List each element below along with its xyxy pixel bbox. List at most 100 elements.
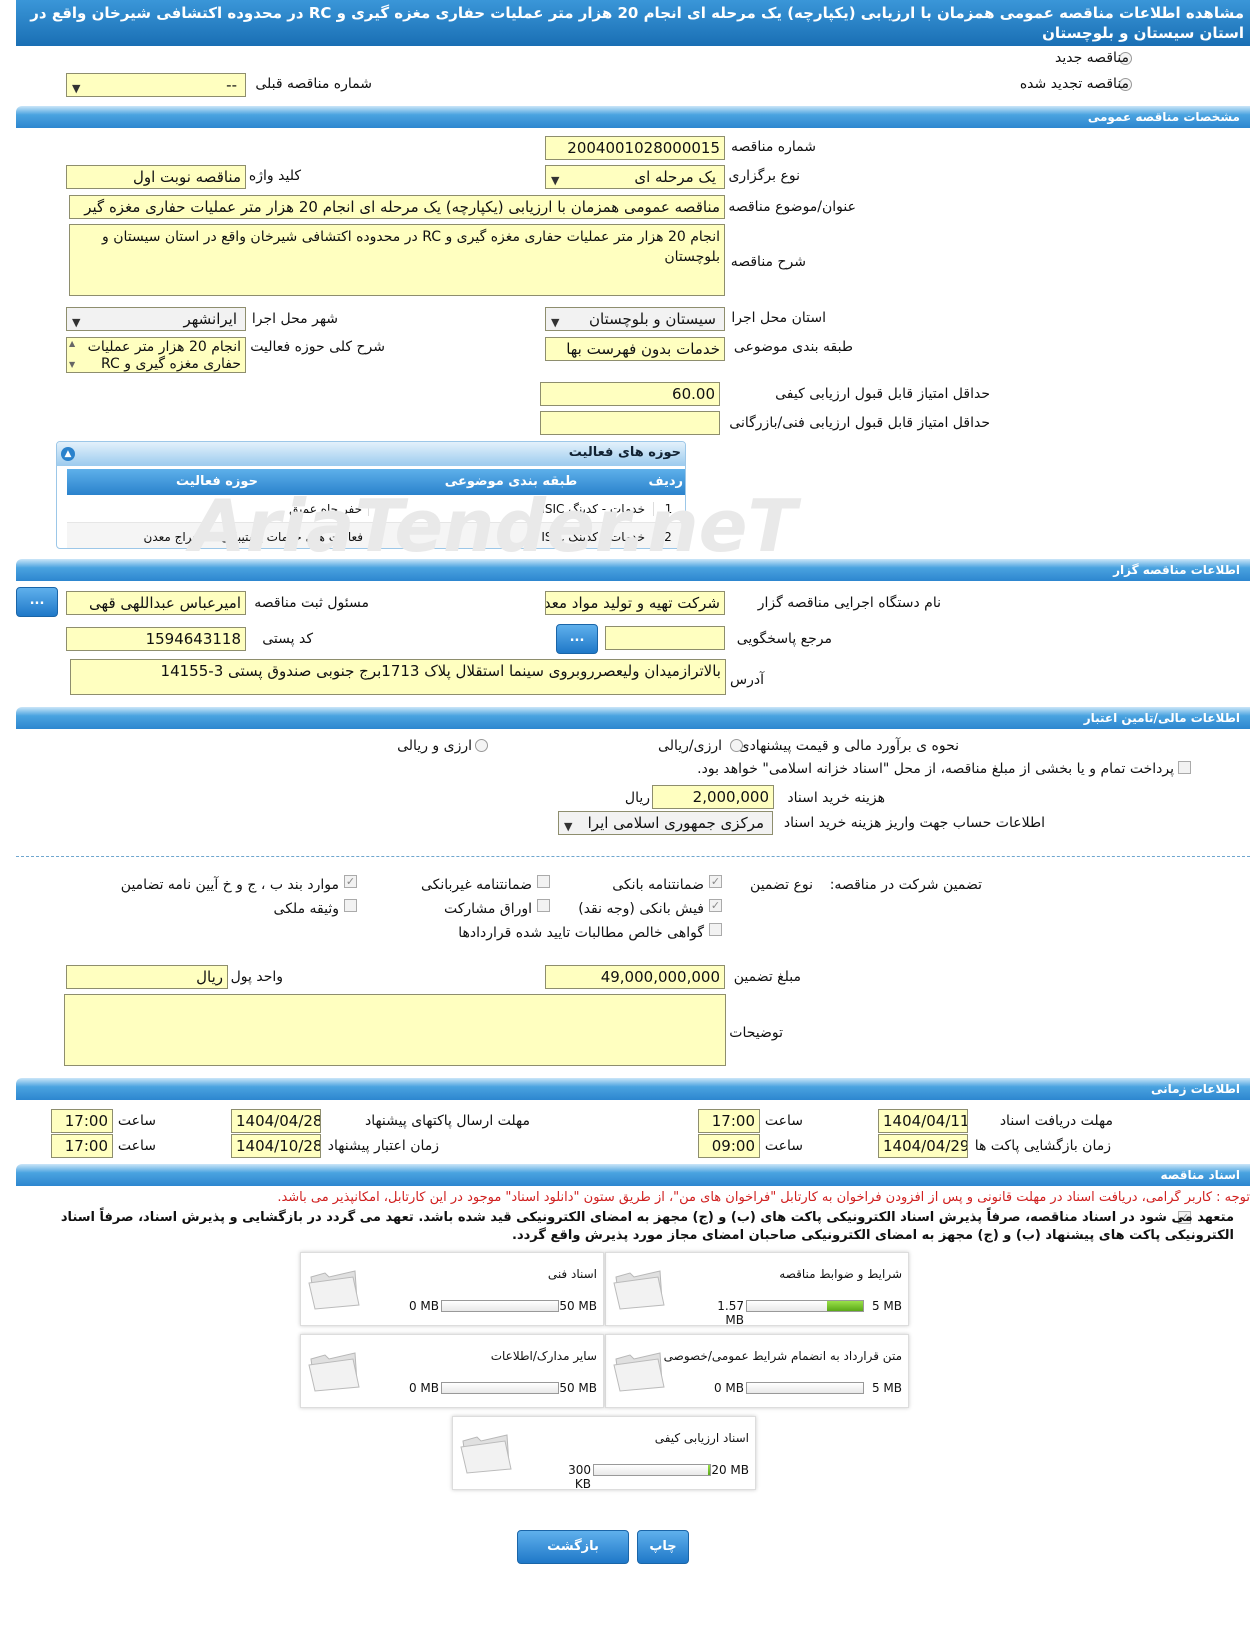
type-select[interactable]: ▼ یک مرحله ای [545,165,725,189]
chevron-down-icon: ▼ [72,316,81,329]
scope-textarea[interactable]: انجام 20 هزار متر عملیات حفاری مغزه گیری… [66,337,246,373]
validity-time-field[interactable]: 17:00 [51,1134,113,1158]
section-finance-header: اطلاعات مالی/تامین اعتبار [16,707,1250,729]
doc-card[interactable]: شرایط و ضوابط مناقصه 5 MB 1.57 MB [605,1252,909,1327]
receive-time-field[interactable]: 17:00 [698,1109,760,1133]
responsible-lookup-button[interactable]: ... [16,587,58,617]
chevron-down-icon: ▼ [551,174,560,187]
doc-card-progress [746,1382,864,1394]
scroll-up-icon[interactable]: ▲ [69,339,75,348]
folder-icon [613,1352,665,1392]
reference-field[interactable] [605,626,725,650]
tender-number-label: شماره مناقصه [731,139,816,155]
notes-textarea[interactable] [64,994,726,1066]
city-select[interactable]: ▼ ایرانشهر [66,307,246,331]
amount-field[interactable]: 49,000,000,000 [545,965,725,989]
description-textarea[interactable]: انجام 20 هزار متر عملیات حفاری مغزه گیری… [69,224,725,296]
category-label: طبقه بندی موضوعی [733,339,853,355]
nonbank-guarantee-checkbox[interactable] [537,875,550,888]
prev-number-select[interactable]: ▼ -- [66,73,246,97]
doc-card-title: سایر مدارک/اطلاعات [490,1349,597,1363]
method-currency-and-rial-radio[interactable] [475,739,488,752]
city-label: شهر محل اجرا [251,311,338,327]
receive-deadline-label: مهلت دریافت اسناد [999,1113,1113,1129]
tender-number-field[interactable]: 2004001028000015 [545,136,725,160]
doc-card[interactable]: متن قرارداد به انضمام شرایط عمومی/خصوصی … [605,1334,909,1408]
doc-card-max: 50 MB [559,1299,597,1313]
min-quality-label: حداقل امتیاز قابل قبول ارزیابی کیفی [775,386,990,402]
doc-card-title: اسناد فنی [547,1267,597,1281]
doc-card-current: 300 KB [568,1463,591,1491]
subject-field[interactable]: مناقصه عمومی همزمان با ارزیابی (یکپارچه)… [69,195,725,219]
province-select[interactable]: ▼ سیستان و بلوچستان [545,307,725,331]
subject-label: عنوان/موضوع مناقصه [728,199,856,215]
doc-card-current: 1.57 MB [717,1299,744,1327]
guarantee-label: تضمین شرکت در مناقصه: [829,877,982,893]
doc-card-progress [441,1300,559,1312]
doc-card-max: 50 MB [559,1381,597,1395]
time-label: ساعت [764,1113,803,1129]
validity-date-field[interactable]: 1404/10/28 [231,1134,321,1158]
section-general-header: مشخصات مناقصه عمومی [16,106,1250,128]
postal-code-field[interactable]: 1594643118 [66,627,246,651]
method-currency-and-rial-label: ارزی و ریالی [397,738,472,754]
send-date-field[interactable]: 1404/04/28 [231,1109,321,1133]
organizer-name-field[interactable]: شرکت تهیه و تولید مواد معد [545,591,725,615]
estimate-method-label: نحوه ی برآورد مالی و قیمت پیشنهادی [738,738,959,754]
notes-label: توضیحات [729,1025,783,1041]
doc-card-max: 20 MB [711,1463,749,1477]
print-button[interactable]: چاپ [637,1530,689,1564]
min-tech-field[interactable] [540,411,720,435]
reference-label: مرجع پاسخگویی [736,631,832,647]
province-label: استان محل اجرا [731,310,826,326]
commit-text: متعهد می شود در اسناد مناقصه، صرفاً پذیر… [60,1210,1234,1243]
reference-lookup-button[interactable]: ... [556,624,598,654]
time-label: ساعت [117,1138,156,1154]
cash-checkbox[interactable]: ✓ [709,899,722,912]
claims-checkbox[interactable] [709,923,722,936]
cash-label: فیش بانکی (وجه نقد) [578,901,704,917]
treasury-checkbox[interactable] [1178,761,1191,774]
watermark: AriaTender.neT [190,484,797,568]
keyword-label: کلید واژه [248,168,301,184]
amount-label: مبلغ تضمین [733,969,801,985]
method-currency-rial-radio[interactable] [730,739,743,752]
property-label: وثیقه ملکی [273,901,339,917]
currency-label: واحد پول [230,969,283,985]
receive-date-field[interactable]: 1404/04/11 [878,1109,968,1133]
property-checkbox[interactable] [344,899,357,912]
doc-card-title: اسناد ارزیابی کیفی [654,1431,749,1445]
back-button[interactable]: بازگشت [517,1530,629,1564]
address-field[interactable]: بالاترازمیدان ولیعصرروبروی سینما استقلال… [70,659,726,695]
chevron-down-icon: ▼ [72,82,81,95]
items-bcd-checkbox[interactable]: ✓ [344,875,357,888]
doc-card[interactable]: اسناد ارزیابی کیفی 20 MB 300 KB [452,1416,756,1491]
folder-icon [460,1434,512,1474]
send-time-field[interactable]: 17:00 [51,1109,113,1133]
keyword-field[interactable]: مناقصه نوبت اول [66,165,246,189]
account-select[interactable]: ▼ مرکزی جمهوری اسلامی ایرا [558,811,773,835]
method-currency-rial-label: ارزی/ریالی [658,738,722,754]
validity-label: زمان اعتبار پیشنهاد [327,1138,439,1154]
doc-card[interactable]: اسناد فنی 50 MB 0 MB [300,1252,604,1326]
doc-card[interactable]: سایر مدارک/اطلاعات 50 MB 0 MB [300,1334,604,1408]
doc-cost-field[interactable]: 2,000,000 [652,785,774,809]
opening-time-field[interactable]: 09:00 [698,1134,760,1158]
min-tech-label: حداقل امتیاز قابل قبول ارزیابی فنی/بازرگ… [729,415,990,431]
category-field[interactable]: خدمات بدون فهرست بها [545,337,725,361]
opening-date-field[interactable]: 1404/04/29 [878,1134,968,1158]
responsible-label: مسئول ثبت مناقصه [254,595,369,611]
scroll-down-icon[interactable]: ▼ [69,360,75,369]
responsible-field[interactable]: امیرعباس عبداللهی قهی [66,591,246,615]
activity-panel-title: حوزه های فعالیت [57,442,685,466]
send-deadline-label: مهلت ارسال پاکتهای پیشنهاد [364,1113,530,1129]
scope-label: شرح کلی حوزه فعالیت [250,339,385,355]
min-quality-field[interactable]: 60.00 [540,382,720,406]
collapse-icon[interactable]: ▲ [61,447,75,461]
address-label: آدرس [730,672,764,688]
doc-card-progress [746,1300,864,1312]
bonds-checkbox[interactable] [537,899,550,912]
bank-guarantee-checkbox[interactable]: ✓ [709,875,722,888]
currency-field[interactable]: ریال [66,965,228,989]
watermark-text: AriaTender.neT [190,484,797,568]
